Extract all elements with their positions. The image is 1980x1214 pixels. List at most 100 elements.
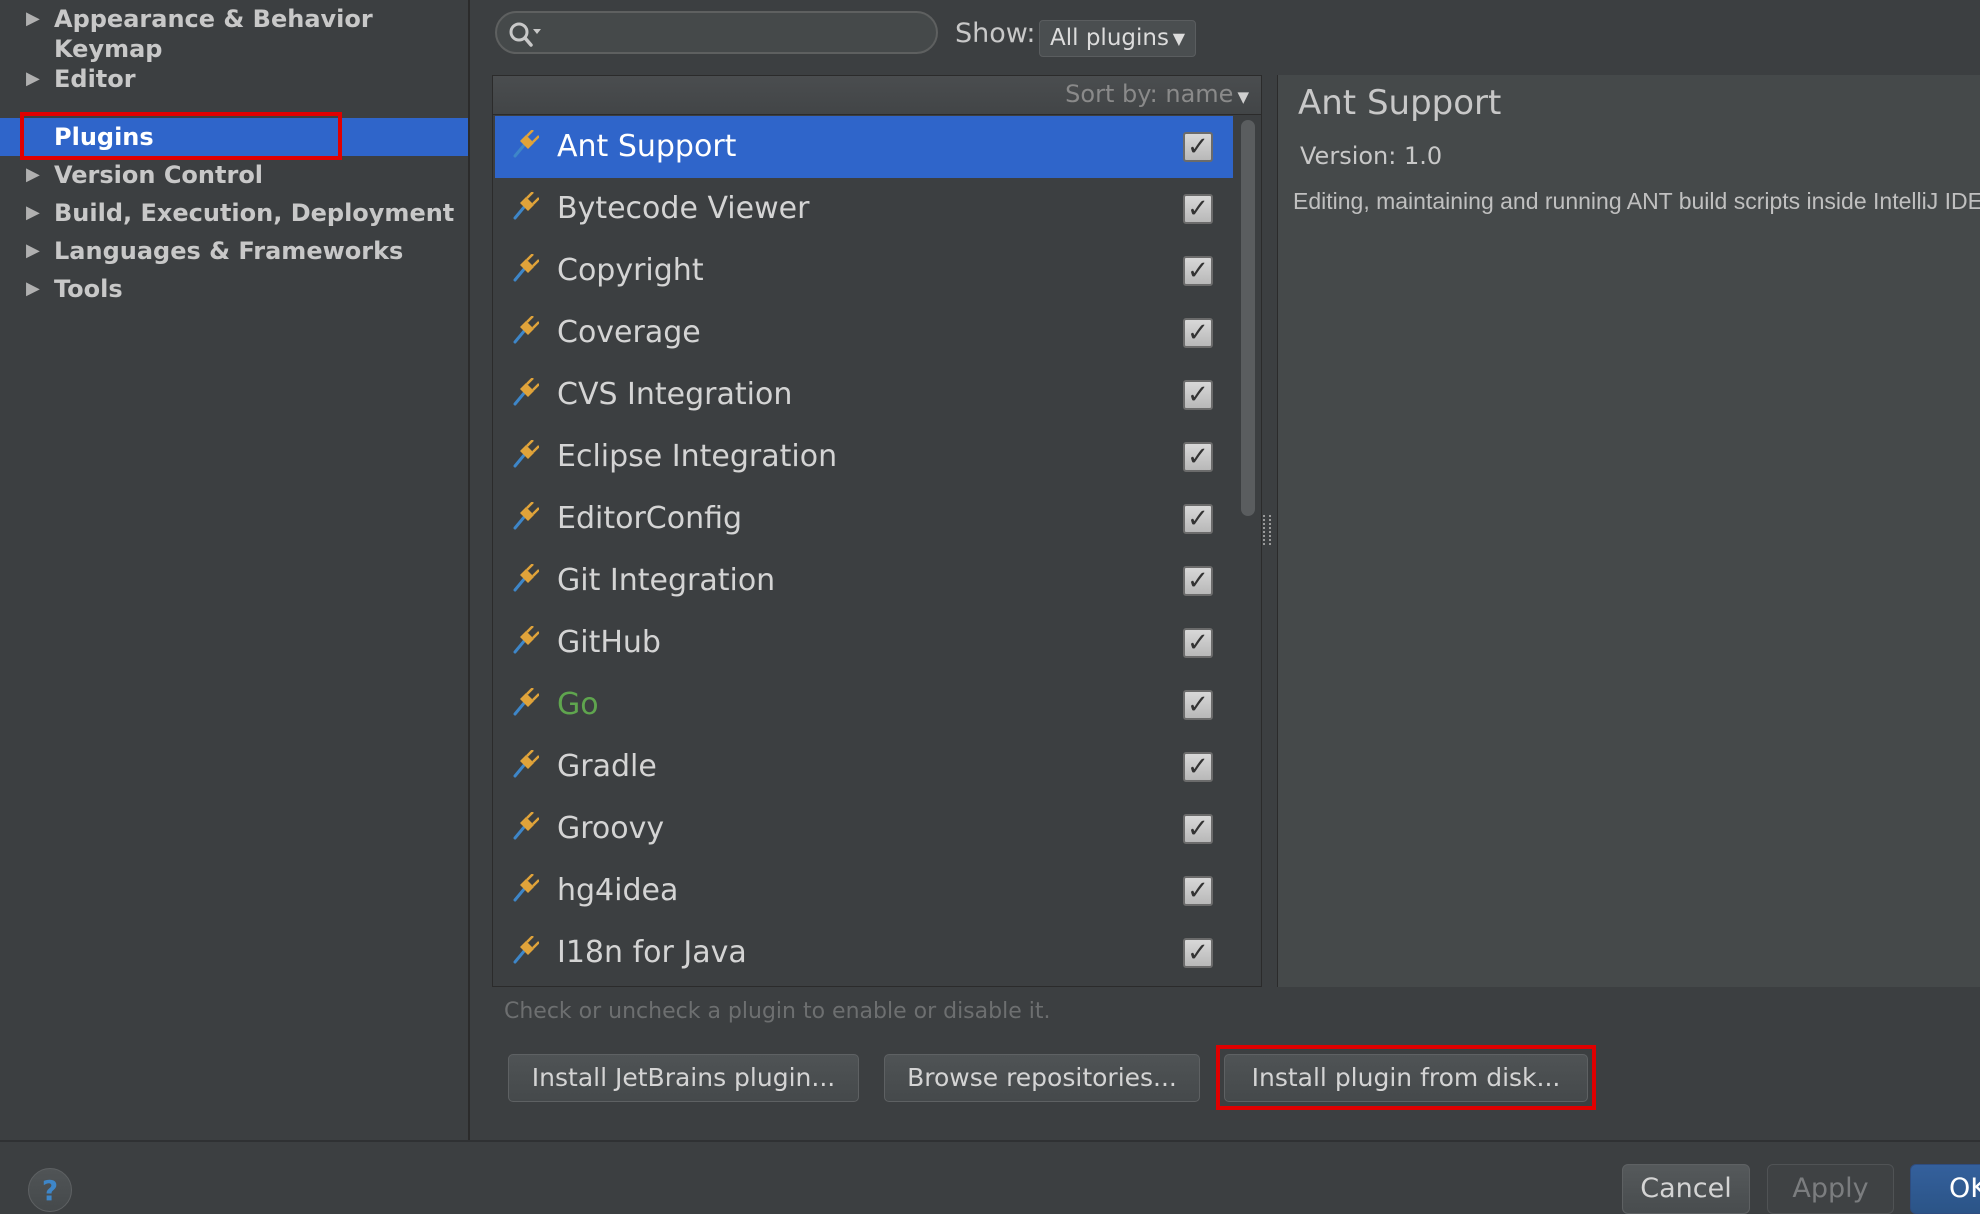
plugin-details-pane: Ant Support Version: 1.0 Editing, mainta… [1277, 75, 1980, 987]
plugin-icon [509, 191, 540, 222]
plugin-name: Go [557, 687, 599, 722]
plugin-icon [509, 253, 540, 284]
settings-sidebar: ▶ Appearance & Behavior Keymap ▶ Editor … [0, 0, 470, 1140]
sidebar-item-version-control[interactable]: ▶ Version Control [0, 156, 468, 194]
sidebar-item-tools[interactable]: ▶ Tools [0, 270, 468, 308]
plugin-row[interactable]: Coverage ✓ [495, 302, 1233, 364]
search-icon[interactable] [507, 20, 543, 48]
plugin-enabled-checkbox[interactable]: ✓ [1183, 256, 1213, 286]
plugin-row[interactable]: Ant Support ✓ [495, 116, 1233, 178]
check-mark-icon: ✓ [1187, 938, 1209, 968]
search-input[interactable] [549, 17, 923, 51]
chevron-down-icon: ▼ [1172, 29, 1185, 48]
sidebar-item-label: Languages & Frameworks [54, 237, 404, 265]
plugin-name: I18n for Java [557, 935, 747, 970]
pane-splitter-handle[interactable] [1263, 515, 1271, 545]
plugin-icon [509, 811, 540, 842]
plugin-row[interactable]: Go ✓ [495, 674, 1233, 736]
plugin-icon [509, 625, 540, 656]
check-mark-icon: ✓ [1187, 504, 1209, 534]
check-mark-icon: ✓ [1187, 628, 1209, 658]
sidebar-item-label: Plugins [54, 123, 154, 151]
search-box[interactable] [495, 11, 938, 54]
plugin-icon [509, 377, 540, 408]
plugin-row[interactable]: Eclipse Integration ✓ [495, 426, 1233, 488]
plugin-row[interactable]: GitHub ✓ [495, 612, 1233, 674]
plugin-detail-version: Version: 1.0 [1300, 142, 1443, 170]
plugin-row[interactable]: Git Integration ✓ [495, 550, 1233, 612]
plugin-row[interactable]: EditorConfig ✓ [495, 488, 1233, 550]
plugin-name: Eclipse Integration [557, 439, 838, 474]
cancel-button[interactable]: Cancel [1622, 1164, 1750, 1214]
plugin-enabled-checkbox[interactable]: ✓ [1183, 690, 1213, 720]
plugin-row[interactable]: Bytecode Viewer ✓ [495, 178, 1233, 240]
sidebar-item-plugins[interactable]: Plugins [0, 118, 468, 156]
plugin-enabled-checkbox[interactable]: ✓ [1183, 938, 1213, 968]
expand-arrow-icon[interactable]: ▶ [26, 232, 46, 270]
plugin-enabled-checkbox[interactable]: ✓ [1183, 628, 1213, 658]
check-mark-icon: ✓ [1187, 690, 1209, 720]
plugin-name: Git Integration [557, 563, 776, 598]
plugin-enabled-checkbox[interactable]: ✓ [1183, 132, 1213, 162]
plugin-name: Copyright [557, 253, 704, 288]
expand-arrow-icon[interactable]: ▶ [26, 60, 46, 98]
install-jetbrains-plugin-button[interactable]: Install JetBrains plugin... [508, 1054, 859, 1102]
expand-arrow-icon[interactable]: ▶ [26, 270, 46, 308]
expand-arrow-icon[interactable]: ▶ [26, 156, 46, 194]
sidebar-item-build-execution-deployment[interactable]: ▶ Build, Execution, Deployment [0, 194, 468, 232]
plugin-enabled-checkbox[interactable]: ✓ [1183, 752, 1213, 782]
plugin-enabled-checkbox[interactable]: ✓ [1183, 504, 1213, 534]
plugin-name: GitHub [557, 625, 661, 660]
apply-button[interactable]: Apply [1767, 1164, 1894, 1214]
scrollbar-thumb[interactable] [1241, 120, 1255, 516]
plugin-name: CVS Integration [557, 377, 793, 412]
plugin-row[interactable]: hg4idea ✓ [495, 860, 1233, 922]
plugin-row[interactable]: Copyright ✓ [495, 240, 1233, 302]
plugin-name: Ant Support [557, 129, 737, 164]
plugin-enabled-checkbox[interactable]: ✓ [1183, 194, 1213, 224]
check-mark-icon: ✓ [1187, 566, 1209, 596]
show-filter-dropdown[interactable]: All plugins ▼ [1039, 20, 1196, 57]
check-mark-icon: ✓ [1187, 318, 1209, 348]
plugin-icon [509, 129, 540, 160]
browse-repositories-button[interactable]: Browse repositories... [884, 1054, 1200, 1102]
plugin-hint-text: Check or uncheck a plugin to enable or d… [504, 999, 1051, 1024]
expand-arrow-icon[interactable]: ▶ [26, 194, 46, 232]
plugin-name: hg4idea [557, 873, 679, 908]
check-mark-icon: ✓ [1187, 752, 1209, 782]
check-mark-icon: ✓ [1187, 132, 1209, 162]
sidebar-item-languages-frameworks[interactable]: ▶ Languages & Frameworks [0, 232, 468, 270]
sort-by-dropdown[interactable]: Sort by: name ▼ [1065, 80, 1249, 108]
plugin-enabled-checkbox[interactable]: ✓ [1183, 380, 1213, 410]
plugin-enabled-checkbox[interactable]: ✓ [1183, 566, 1213, 596]
plugin-icon [509, 935, 540, 966]
plugin-enabled-checkbox[interactable]: ✓ [1183, 318, 1213, 348]
chevron-down-icon: ▼ [1237, 88, 1249, 106]
plugin-row[interactable]: I18n for Java ✓ [495, 922, 1233, 984]
plugin-enabled-checkbox[interactable]: ✓ [1183, 442, 1213, 472]
plugin-list-header: Sort by: name ▼ [493, 76, 1261, 115]
plugin-row[interactable]: Groovy ✓ [495, 798, 1233, 860]
show-label: Show: [955, 18, 1036, 49]
plugin-enabled-checkbox[interactable]: ✓ [1183, 814, 1213, 844]
plugin-name: Coverage [557, 315, 701, 350]
plugin-name: EditorConfig [557, 501, 743, 536]
help-button[interactable]: ? [28, 1168, 72, 1212]
check-mark-icon: ✓ [1187, 442, 1209, 472]
plugin-icon [509, 749, 540, 780]
plugin-icon [509, 687, 540, 718]
plugin-icon [509, 563, 540, 594]
plugin-name: Gradle [557, 749, 657, 784]
check-mark-icon: ✓ [1187, 876, 1209, 906]
install-plugin-from-disk-button[interactable]: Install plugin from disk... [1224, 1054, 1588, 1102]
plugin-row[interactable]: CVS Integration ✓ [495, 364, 1233, 426]
plugin-icon [509, 501, 540, 532]
plugin-enabled-checkbox[interactable]: ✓ [1183, 876, 1213, 906]
ok-button[interactable]: OK [1910, 1164, 1980, 1214]
plugin-icon [509, 315, 540, 346]
sidebar-item-editor[interactable]: ▶ Editor [0, 60, 468, 98]
show-filter-value: All plugins [1050, 25, 1169, 51]
plugin-row[interactable]: Gradle ✓ [495, 736, 1233, 798]
sidebar-item-label: Version Control [54, 161, 264, 189]
check-mark-icon: ✓ [1187, 194, 1209, 224]
